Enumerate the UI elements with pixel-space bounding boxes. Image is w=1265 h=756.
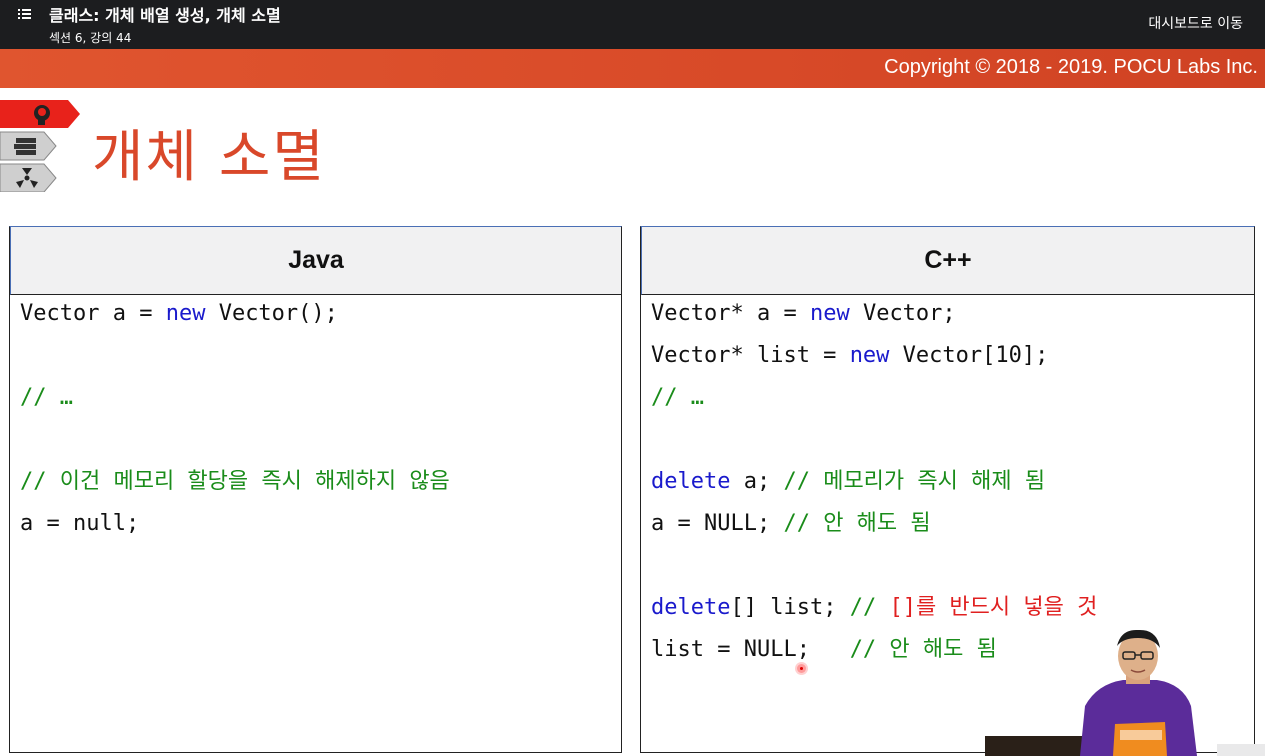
code-line: // 이건 메모리 할당을 즉시 해제하지 않음 bbox=[20, 461, 621, 503]
slide-tab-icons bbox=[0, 100, 80, 192]
slide-banner: Copyright © 2018 - 2019. POCU Labs Inc. bbox=[0, 49, 1265, 88]
code-token: // 메모리가 즉시 해제 됨 bbox=[783, 469, 1046, 494]
code-line: // … bbox=[651, 377, 1254, 419]
code-token: // … bbox=[651, 385, 704, 410]
code-token: new bbox=[849, 343, 890, 368]
code-token: new bbox=[809, 301, 850, 326]
code-line: delete[] list; // []를 반드시 넣을 것 bbox=[651, 587, 1254, 629]
code-token: Vector[10]; bbox=[889, 343, 1049, 368]
code-line: Vector* list = new Vector[10]; bbox=[651, 335, 1254, 377]
code-token: Vector(); bbox=[205, 301, 338, 326]
list-icon[interactable] bbox=[16, 5, 34, 23]
presenter-video bbox=[985, 629, 1265, 756]
code-token: Vector; bbox=[849, 301, 956, 326]
code-token: delete bbox=[651, 595, 731, 620]
code-token: a = NULL; bbox=[651, 511, 784, 536]
code-line: delete a; // 메모리가 즉시 해제 됨 bbox=[651, 461, 1254, 503]
course-title: 클래스: 개체 배열 생성, 개체 소멸 bbox=[49, 6, 281, 25]
code-token: list = NULL; bbox=[651, 637, 850, 662]
code-line: a = NULL; // 안 해도 됨 bbox=[651, 503, 1254, 545]
code-line: Vector* a = new Vector; bbox=[651, 293, 1254, 335]
code-token: delete bbox=[651, 469, 731, 494]
code-token: Vector a = bbox=[20, 301, 166, 326]
code-token: // 안 해도 됨 bbox=[783, 511, 931, 536]
java-panel-heading: Java bbox=[10, 227, 621, 295]
code-token: // 안 해도 됨 bbox=[849, 637, 997, 662]
java-code-panel: Java Vector a = new Vector(); // … // 이건… bbox=[9, 226, 622, 753]
code-token: a; bbox=[730, 469, 784, 494]
code-token: Vector* list = bbox=[651, 343, 850, 368]
code-token: Vector* a = bbox=[651, 301, 810, 326]
cpp-panel-heading: C++ bbox=[641, 227, 1254, 295]
slide-title: 개체 소멸 bbox=[92, 125, 326, 190]
brain-icon bbox=[0, 100, 80, 128]
go-to-dashboard-link[interactable]: 대시보드로 이동 bbox=[1148, 13, 1243, 33]
code-token: new bbox=[165, 301, 206, 326]
book-stack-icon bbox=[0, 131, 57, 161]
code-line: a = null; bbox=[20, 503, 621, 545]
radiation-icon bbox=[0, 163, 57, 192]
code-line: Vector a = new Vector(); bbox=[20, 293, 621, 335]
code-line: // … bbox=[20, 377, 621, 419]
code-token: []를 반드시 넣을 것 bbox=[889, 595, 1098, 620]
code-token: // bbox=[849, 595, 890, 620]
code-token: a = null; bbox=[20, 511, 140, 536]
course-header-bar: 클래스: 개체 배열 생성, 개체 소멸 섹션 6, 강의 44 대시보드로 이… bbox=[0, 0, 1265, 49]
code-token: // 이건 메모리 할당을 즉시 해제하지 않음 bbox=[20, 469, 450, 494]
code-token: [] list; bbox=[730, 595, 850, 620]
code-token: // … bbox=[20, 385, 73, 410]
java-code-block: Vector a = new Vector(); // … // 이건 메모리 … bbox=[10, 293, 621, 545]
laser-pointer-dot bbox=[797, 664, 806, 673]
copyright-text: Copyright © 2018 - 2019. POCU Labs Inc. bbox=[884, 56, 1258, 78]
cpp-code-block: Vector* a = new Vector; Vector* list = ne… bbox=[641, 293, 1254, 671]
lecture-subtitle: 섹션 6, 강의 44 bbox=[49, 31, 132, 45]
